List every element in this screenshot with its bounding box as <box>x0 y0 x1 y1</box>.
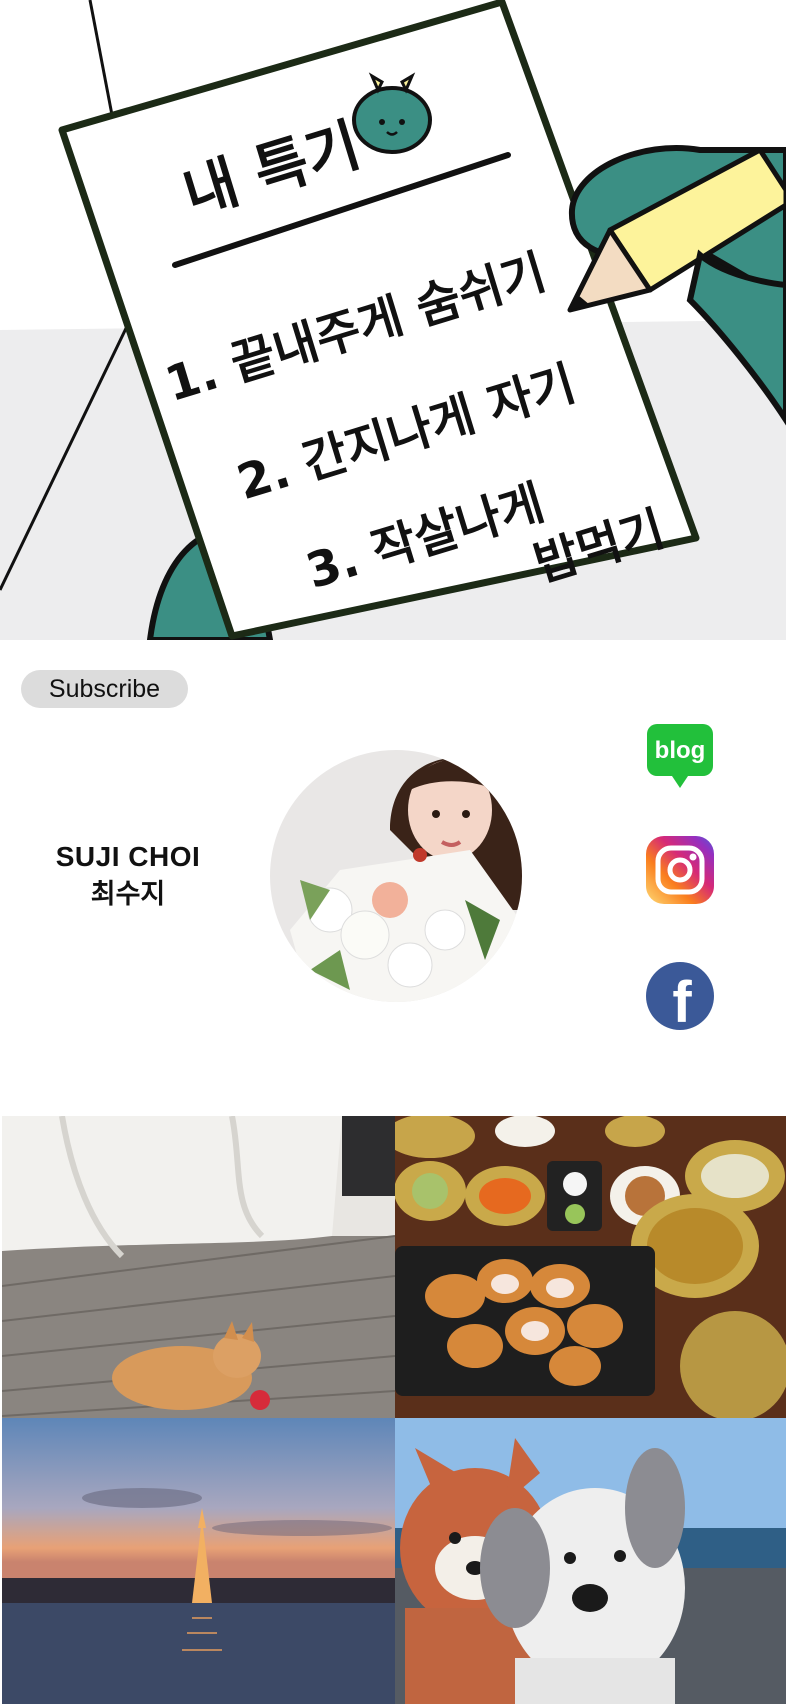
note-illustration: 내 특기 1. 끝내주게 숨쉬기 2. 간지나게 자기 3. 작살나게 밥먹기 <box>0 0 786 640</box>
profile-name-ko: 최수지 <box>90 879 166 910</box>
avatar <box>270 750 522 1002</box>
instagram-icon[interactable] <box>646 836 714 904</box>
blog-icon-label: blog <box>655 737 706 764</box>
photo-cat[interactable] <box>2 1116 395 1418</box>
profile-name-en: SUJI CHOI <box>55 841 201 872</box>
subscribe-button[interactable]: Subscribe <box>21 670 188 708</box>
photo-plush[interactable] <box>395 1418 786 1704</box>
blog-icon[interactable]: blog <box>646 720 714 788</box>
facebook-icon[interactable]: f <box>646 962 714 1030</box>
profile-name: SUJI CHOI 최수지 <box>30 838 226 914</box>
facebook-icon-letter: f <box>672 970 692 1030</box>
hero-illustration: 내 특기 1. 끝내주게 숨쉬기 2. 간지나게 자기 3. 작살나게 밥먹기 <box>0 0 786 640</box>
photo-sunset[interactable] <box>2 1418 395 1704</box>
photo-grid <box>2 1116 786 1704</box>
photo-food[interactable] <box>395 1116 786 1418</box>
